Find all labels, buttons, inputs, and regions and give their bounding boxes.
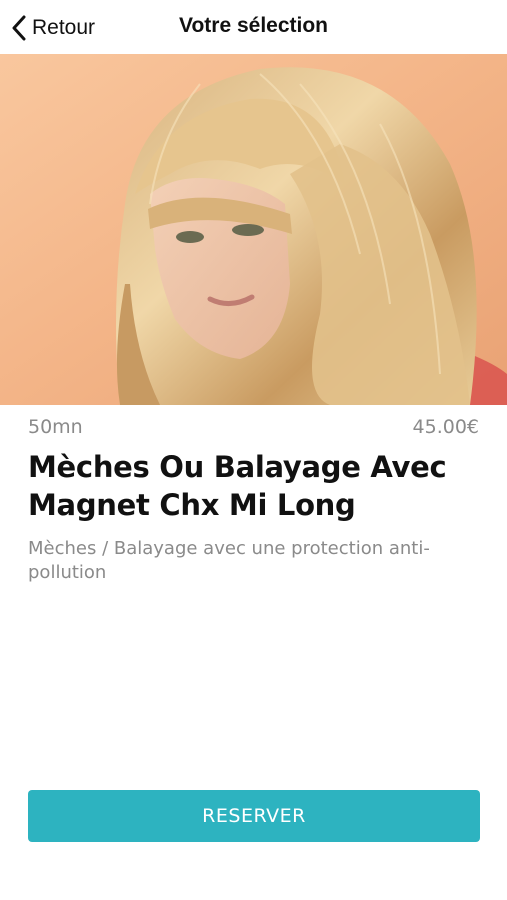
reserve-button[interactable]: RESERVER: [28, 790, 480, 842]
service-meta-row: 50mn 45.00€: [28, 416, 479, 438]
page-title: Votre sélection: [179, 14, 328, 37]
top-navigation-bar: Retour Votre sélection: [0, 0, 507, 54]
service-duration: 50mn: [28, 416, 83, 438]
service-hero-image: [0, 54, 507, 405]
service-name: Mèches Ou Balayage Avec Magnet Chx Mi Lo…: [28, 450, 447, 522]
service-price: 45.00€: [412, 416, 479, 438]
service-description: Mèches / Balayage avec une protection an…: [28, 538, 430, 583]
